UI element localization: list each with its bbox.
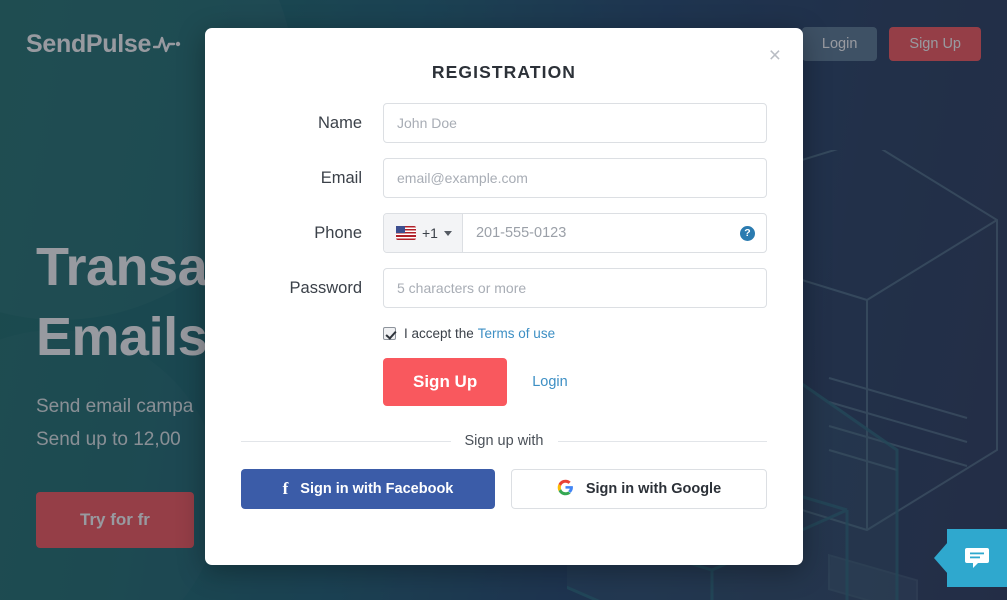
name-input[interactable] bbox=[383, 103, 767, 143]
country-code-label: +1 bbox=[422, 225, 438, 241]
google-signin-button[interactable]: Sign in with Google bbox=[511, 469, 767, 509]
action-row: Sign Up Login bbox=[383, 358, 767, 406]
email-field-wrap bbox=[383, 158, 767, 198]
terms-of-use-link[interactable]: Terms of use bbox=[478, 326, 555, 341]
terms-checkbox[interactable] bbox=[383, 327, 396, 340]
google-signin-label: Sign in with Google bbox=[585, 481, 722, 497]
name-label: Name bbox=[317, 113, 362, 132]
login-link[interactable]: Login bbox=[532, 374, 567, 390]
google-icon bbox=[557, 479, 574, 500]
terms-text: I accept the bbox=[404, 326, 474, 341]
social-divider-label: Sign up with bbox=[464, 433, 544, 449]
password-label: Password bbox=[289, 278, 362, 297]
phone-field-wrap: +1 ? bbox=[383, 213, 767, 253]
form-row-password: Password bbox=[241, 268, 767, 308]
phone-field: +1 ? bbox=[383, 213, 767, 253]
us-flag-icon bbox=[396, 226, 416, 240]
phone-label: Phone bbox=[314, 223, 362, 242]
country-code-selector[interactable]: +1 bbox=[384, 214, 463, 252]
social-buttons: f Sign in with Facebook Sign in with Goo… bbox=[241, 469, 767, 509]
form-row-name: Name bbox=[241, 103, 767, 143]
facebook-signin-button[interactable]: f Sign in with Facebook bbox=[241, 469, 495, 509]
name-field-wrap bbox=[383, 103, 767, 143]
chat-bubble-icon bbox=[965, 548, 989, 568]
social-divider: Sign up with bbox=[241, 433, 767, 449]
close-icon[interactable]: × bbox=[763, 41, 787, 70]
signup-button[interactable]: Sign Up bbox=[383, 358, 508, 406]
terms-row: I accept the Terms of use bbox=[383, 326, 767, 341]
email-input[interactable] bbox=[383, 158, 767, 198]
facebook-icon: f bbox=[282, 479, 289, 498]
password-field-wrap bbox=[383, 268, 767, 308]
phone-input[interactable] bbox=[462, 214, 740, 252]
form-row-email: Email bbox=[241, 158, 767, 198]
modal-title: REGISTRATION bbox=[431, 62, 577, 82]
question-mark-icon[interactable]: ? bbox=[740, 225, 755, 241]
registration-modal: × REGISTRATION Name Email Phone +1 bbox=[205, 28, 803, 565]
chat-widget-button[interactable] bbox=[934, 529, 1007, 587]
chevron-down-icon bbox=[443, 230, 452, 236]
form-row-phone: Phone +1 ? bbox=[241, 213, 767, 253]
email-label: Email bbox=[320, 168, 362, 187]
facebook-signin-label: Sign in with Facebook bbox=[300, 481, 454, 497]
page-root: SendPulse Login Sign Up Transa Emails Se… bbox=[0, 0, 1007, 600]
password-input[interactable] bbox=[383, 268, 767, 308]
